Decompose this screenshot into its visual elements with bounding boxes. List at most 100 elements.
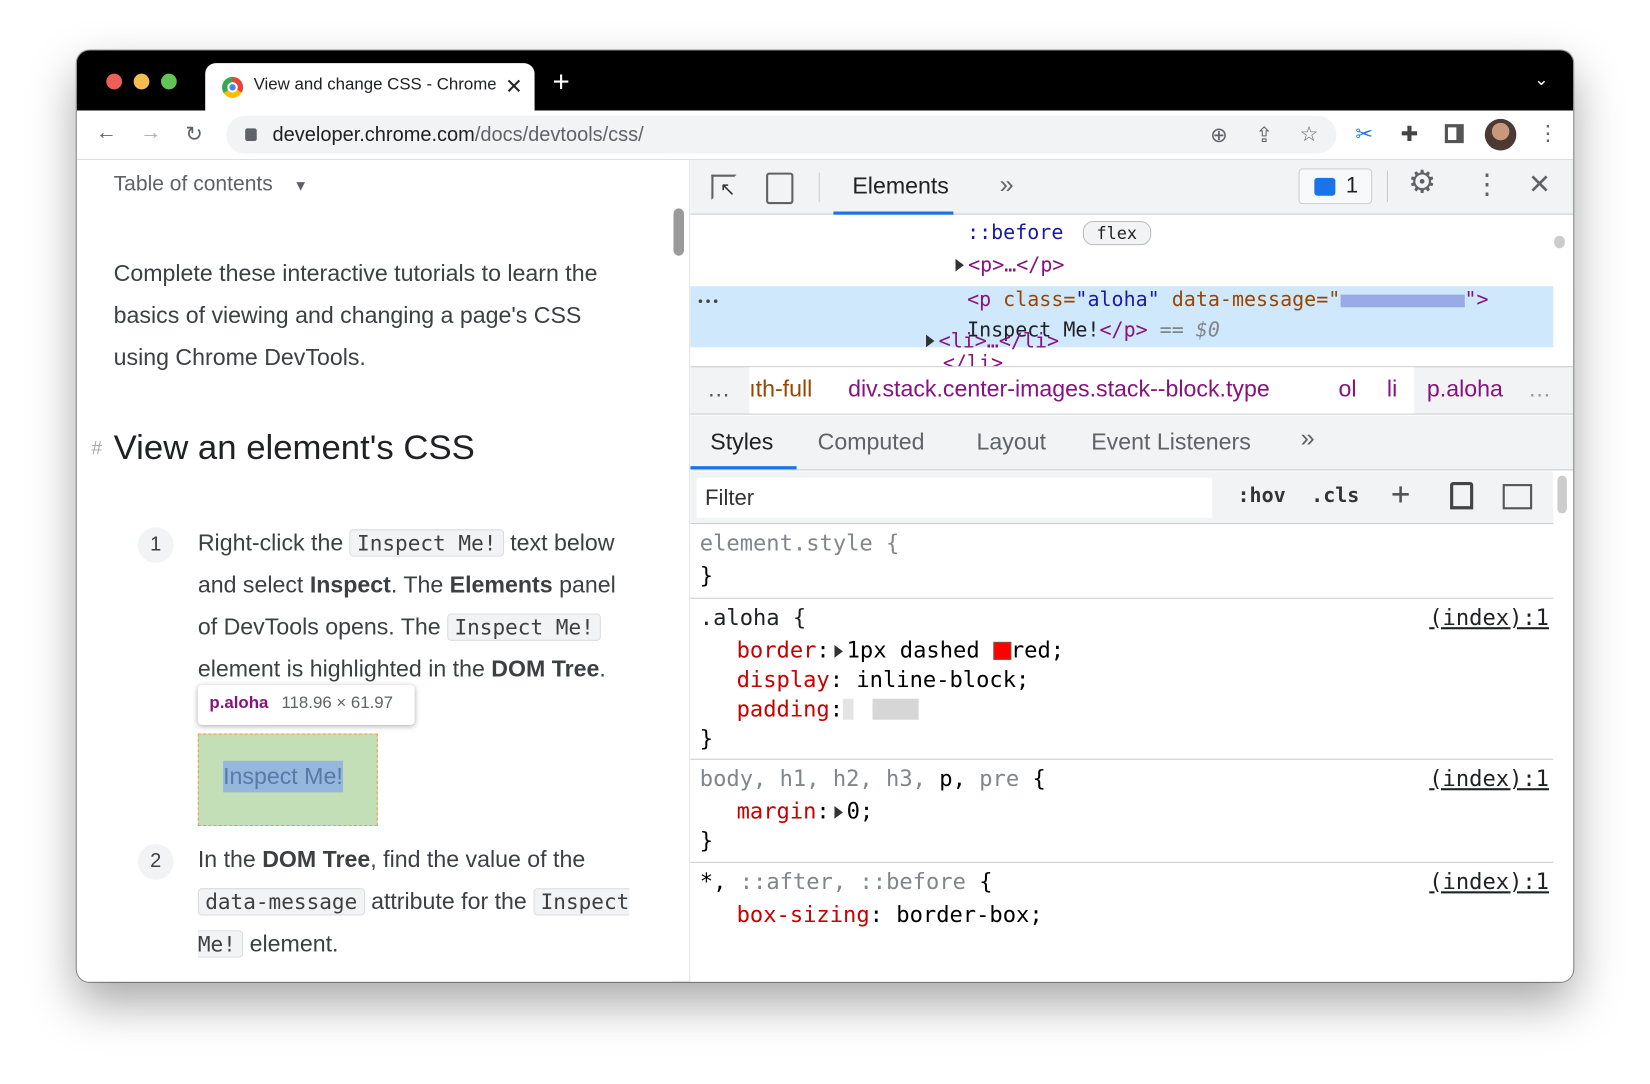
dom-node-p[interactable]: <p>…</p>	[951, 254, 1064, 277]
new-tab-icon[interactable]: +	[552, 65, 569, 99]
rule-selector: .aloha {	[699, 605, 807, 631]
address-bar[interactable]: developer.chrome.com/docs/devtools/css/ …	[226, 115, 1337, 154]
step-1-text: Right-click the Inspect Me! text below a…	[198, 522, 619, 690]
dom-node-selected-line1: <p class="aloha" data-message=" ">	[967, 288, 1489, 312]
source-link[interactable]: (index):1	[1429, 766, 1549, 791]
step-number: 1	[137, 527, 174, 563]
declaration-padding[interactable]: padding:	[737, 697, 919, 722]
close-tab-icon[interactable]: ✕	[505, 74, 523, 100]
share-icon[interactable]: ⇪	[1255, 122, 1273, 148]
settings-gear-icon[interactable]: ⚙	[1408, 164, 1436, 201]
side-panel-icon[interactable]	[1444, 124, 1464, 144]
breadcrumb-item[interactable]: ıth-full	[749, 376, 812, 403]
source-link[interactable]: (index):1	[1429, 605, 1549, 630]
reload-icon[interactable]: ↻	[185, 121, 203, 147]
issues-button[interactable]: 1	[1298, 168, 1373, 205]
tab-event-listeners[interactable]: Event Listeners	[1091, 428, 1251, 455]
close-window-button[interactable]	[106, 73, 123, 90]
selector-part: pre	[979, 766, 1020, 792]
breadcrumb-item-selected[interactable]: p.aloha	[1427, 376, 1503, 403]
breadcrumb-scroll-left[interactable]: …	[707, 376, 730, 403]
step-2-text: In the DOM Tree, find the value of the d…	[197, 839, 640, 965]
expand-triangle-icon[interactable]	[955, 258, 964, 272]
dom-scrollbar[interactable]	[1554, 235, 1565, 249]
caret-down-icon: ▼	[293, 176, 308, 194]
declaration-box-sizing[interactable]: box-sizing: border-box;	[737, 902, 1043, 927]
declaration-display[interactable]: display: inline-block;	[737, 667, 1030, 692]
inspect-element-icon[interactable]: ↖	[711, 174, 737, 200]
expand-triangle-icon[interactable]	[833, 645, 843, 658]
inspect-me-highlight[interactable]: Inspect Me!	[197, 733, 378, 827]
more-icon[interactable]: ⋮	[1537, 120, 1558, 146]
more-tabs-icon[interactable]: »	[1301, 424, 1315, 453]
page-scrollbar[interactable]	[673, 208, 684, 256]
screenshot: View and change CSS - Chrome ✕ + ⌄ ← → ↻…	[0, 0, 1650, 1084]
zoom-icon[interactable]: ⊕	[1210, 122, 1228, 148]
declaration-margin[interactable]: margin: 0;	[737, 799, 874, 824]
device-toolbar-icon[interactable]	[766, 172, 794, 205]
lock-icon	[245, 128, 257, 142]
inline-code: Inspect Me!	[349, 529, 504, 557]
minimize-window-button[interactable]	[133, 73, 150, 90]
flex-badge[interactable]: flex	[1082, 220, 1151, 246]
close-devtools-icon[interactable]: ✕	[1528, 168, 1551, 201]
node-actions-dots[interactable]: •••	[697, 295, 720, 310]
maximize-window-button[interactable]	[161, 73, 177, 90]
prop-value: 0;	[846, 798, 874, 824]
tab-styles[interactable]: Styles	[710, 428, 773, 455]
tab-layout[interactable]: Layout	[977, 428, 1047, 455]
breadcrumb-item[interactable]: li	[1387, 376, 1397, 403]
tab-list-chevron-icon[interactable]: ⌄	[1534, 69, 1548, 90]
tab-elements[interactable]: Elements	[852, 173, 949, 200]
inspect-me-text[interactable]: Inspect Me!	[223, 760, 343, 793]
heading-anchor[interactable]: #	[92, 438, 103, 460]
inline-code: data-message	[197, 888, 365, 916]
active-tab-indicator	[690, 466, 797, 470]
section-heading: View an element's CSS	[113, 427, 475, 467]
more-tabs-icon[interactable]: »	[1000, 170, 1014, 199]
toggle-sidebar-icon[interactable]	[1502, 484, 1533, 510]
rule-brace: }	[699, 828, 714, 854]
star-icon[interactable]: ☆	[1300, 121, 1319, 147]
paint-brush-icon[interactable]	[1450, 481, 1474, 510]
browser-tab[interactable]: View and change CSS - Chrome ✕	[205, 63, 535, 111]
inline-code: Inspect Me!	[447, 613, 602, 641]
cls-button[interactable]: .cls	[1311, 484, 1359, 507]
color-swatch[interactable]	[992, 641, 1011, 660]
styles-filter-bar: Filter :hov .cls +	[690, 471, 1554, 525]
expand-triangle-icon[interactable]	[926, 334, 935, 348]
text: attribute for the	[371, 888, 527, 915]
marker: ==	[1147, 318, 1196, 342]
back-icon[interactable]: ←	[96, 121, 117, 145]
scissors-icon[interactable]: ✂	[1355, 121, 1373, 147]
expand-triangle-icon[interactable]	[833, 806, 843, 819]
table-of-contents-toggle[interactable]: Table of contents ▼	[114, 173, 308, 197]
source-link[interactable]: (index):1	[1429, 869, 1549, 894]
dom-node-before[interactable]: ::before	[967, 221, 1063, 244]
rule-element-style: element.style { }	[690, 525, 1554, 599]
styles-scrollbar[interactable]	[1557, 475, 1567, 514]
tab-computed[interactable]: Computed	[818, 428, 925, 455]
new-style-rule-icon[interactable]: +	[1391, 476, 1410, 513]
declaration-border[interactable]: border: 1px dashed red;	[737, 638, 1064, 663]
forward-icon[interactable]: →	[140, 121, 161, 145]
dom-node-li[interactable]: <li>…</li>	[922, 329, 1059, 353]
bold-text: DOM Tree	[262, 846, 371, 873]
tab-title: View and change CSS - Chrome	[253, 75, 496, 94]
breadcrumb-item[interactable]: ol	[1339, 376, 1357, 403]
text: element is highlighted in the	[197, 655, 485, 682]
avatar[interactable]	[1484, 118, 1517, 151]
rule-selector: body, h1, h2, h3, p, pre {	[700, 766, 1046, 791]
divider	[1386, 170, 1388, 203]
issues-icon	[1314, 177, 1336, 196]
extensions-icon[interactable]: ✚	[1401, 121, 1419, 147]
more-options-icon[interactable]: ⋮	[1473, 168, 1500, 201]
selector-part: *,	[699, 869, 727, 895]
breadcrumb-scroll-right[interactable]: …	[1528, 376, 1551, 403]
text: Right-click the	[197, 529, 344, 556]
rule-aloha: .aloha { (index):1 border: 1px dashed red…	[690, 599, 1554, 760]
breadcrumb-item[interactable]: div.stack.center-images.stack--block.typ…	[848, 376, 1270, 403]
hov-button[interactable]: :hov	[1238, 484, 1286, 507]
filter-input[interactable]: Filter	[696, 477, 1213, 518]
rule-selector: element.style {	[699, 530, 900, 556]
